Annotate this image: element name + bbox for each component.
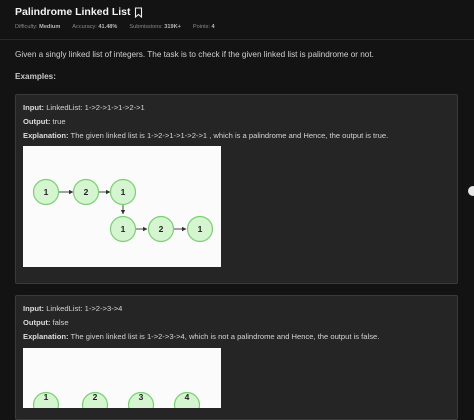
diagram-node: 1	[109, 178, 137, 206]
submissions: Submissions: 319K+	[129, 24, 181, 30]
diagram-node: 2	[81, 391, 109, 419]
problem-meta: Difficulty: Medium Accuracy: 41.48% Subm…	[15, 24, 215, 30]
example-explanation: Explanation: The given linked list is 1-…	[23, 131, 389, 140]
scroll-handle[interactable]	[468, 186, 474, 196]
svg-text:3: 3	[139, 392, 144, 402]
diagram-node: 2	[72, 178, 100, 206]
problem-title: Palindrome Linked List	[15, 6, 131, 18]
svg-text:1: 1	[121, 187, 126, 197]
example-input: Input: LinkedList: 1->2->3->4	[23, 304, 123, 313]
example-output: Output: true	[23, 117, 66, 126]
difficulty: Difficulty: Medium	[15, 24, 61, 30]
svg-text:2: 2	[84, 187, 89, 197]
svg-text:1: 1	[44, 187, 49, 197]
example-output: Output: false	[23, 318, 69, 327]
svg-text:2: 2	[159, 224, 164, 234]
example-diagram-1: 1 2 1 1 2 1	[23, 146, 221, 267]
diagram-node: 2	[147, 215, 175, 243]
svg-text:2: 2	[93, 392, 98, 402]
examples-heading: Examples:	[15, 72, 56, 81]
svg-text:4: 4	[185, 392, 190, 402]
diagram-node: 1	[109, 215, 137, 243]
svg-text:1: 1	[121, 224, 126, 234]
example-diagram-2: 1 2 3 4	[23, 348, 221, 419]
bookmark-icon[interactable]	[134, 6, 143, 18]
points: Points: 4	[192, 24, 215, 30]
svg-text:1: 1	[44, 392, 49, 402]
diagram-node: 1	[186, 215, 214, 243]
diagram-node: 3	[127, 391, 155, 419]
example-card-2: Input: LinkedList: 1->2->3->4 Output: fa…	[15, 295, 458, 420]
example-input: Input: LinkedList: 1->2->1->1->2->1	[23, 103, 145, 112]
diagram-node: 1	[32, 178, 60, 206]
diagram-node: 1	[32, 391, 60, 419]
example-card-1: Input: LinkedList: 1->2->1->1->2->1 Outp…	[15, 94, 458, 284]
diagram-node: 4	[173, 391, 201, 419]
problem-header: Palindrome Linked List	[15, 6, 143, 18]
accuracy: Accuracy: 41.48%	[72, 24, 118, 30]
example-explanation: Explanation: The given linked list is 1-…	[23, 332, 380, 341]
header-divider	[0, 39, 474, 40]
svg-text:1: 1	[198, 224, 203, 234]
problem-statement: Given a singly linked list of integers. …	[15, 50, 374, 59]
